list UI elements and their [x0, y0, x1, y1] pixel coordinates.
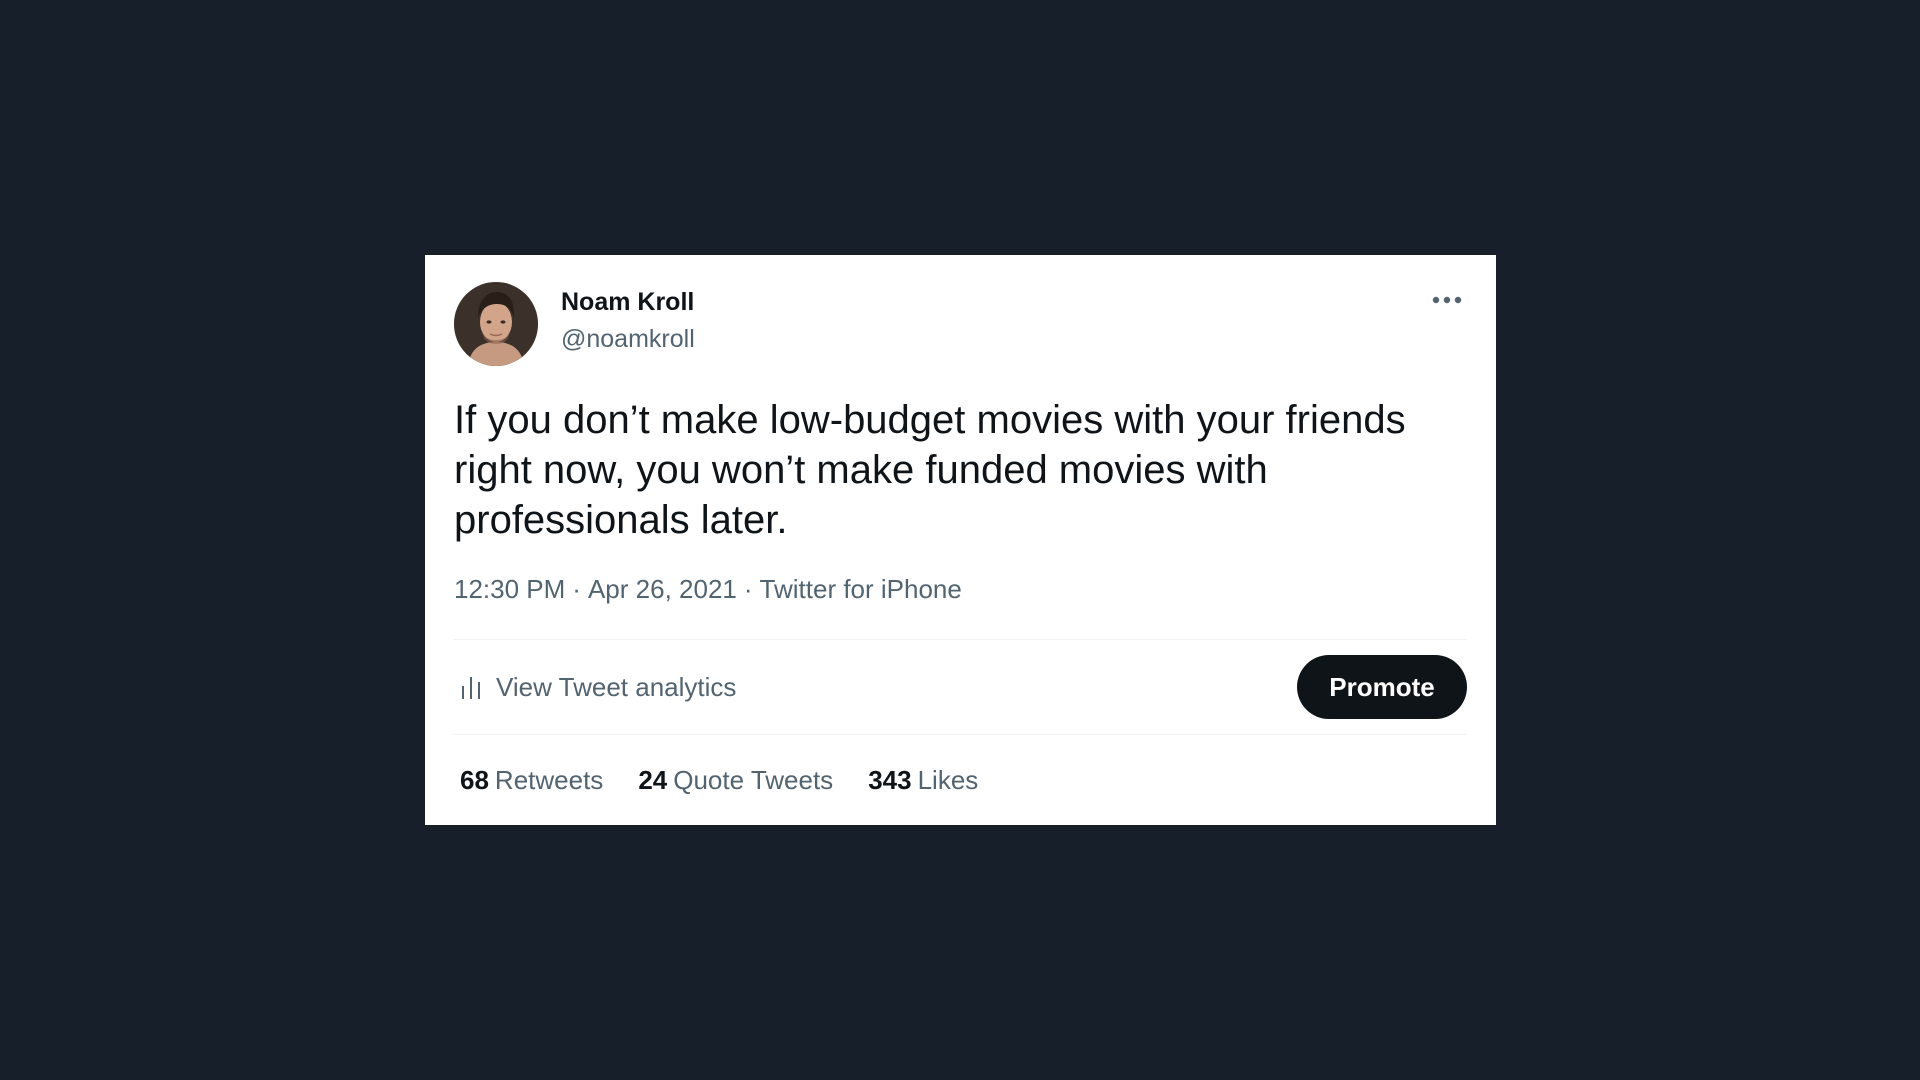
retweets-count: 68 — [460, 765, 489, 795]
retweets-stat[interactable]: 68 Retweets — [460, 765, 603, 796]
tweet-date[interactable]: Apr 26, 2021 — [588, 574, 737, 604]
avatar-portrait-image — [454, 282, 538, 366]
tweet-metadata: 12:30 PM · Apr 26, 2021 · Twitter for iPhone — [454, 574, 962, 605]
likes-count: 343 — [868, 765, 912, 795]
tweet-source[interactable]: Twitter for iPhone — [760, 574, 962, 604]
divider — [454, 734, 1467, 735]
author-avatar[interactable] — [454, 282, 538, 366]
author-name[interactable]: Noam Kroll — [561, 288, 694, 317]
tweet-stats: 68 Retweets 24 Quote Tweets 343 Likes — [460, 765, 1013, 796]
quote-tweets-stat[interactable]: 24 Quote Tweets — [638, 765, 833, 796]
quote-tweets-label: Quote Tweets — [673, 765, 834, 795]
divider — [454, 639, 1467, 640]
view-analytics-link[interactable]: View Tweet analytics — [456, 667, 736, 707]
analytics-bars-icon — [462, 677, 480, 699]
meta-separator: · — [743, 574, 753, 604]
quote-tweets-count: 24 — [638, 765, 668, 795]
analytics-label: View Tweet analytics — [496, 671, 737, 702]
author-handle[interactable]: @noamkroll — [561, 325, 695, 354]
tweet-text: If you don’t make low-budget movies with… — [454, 398, 1406, 542]
retweets-label: Retweets — [494, 765, 604, 795]
more-horizontal-icon — [1432, 296, 1462, 304]
likes-label: Likes — [917, 765, 979, 795]
more-options-button[interactable] — [1429, 293, 1465, 307]
tweet-card: Noam Kroll @noamkroll If you don’t make … — [425, 255, 1496, 825]
tweet-time[interactable]: 12:30 PM — [454, 574, 565, 604]
promote-button[interactable]: Promote — [1297, 655, 1467, 719]
meta-separator: · — [572, 574, 581, 604]
likes-stat[interactable]: 343 Likes — [868, 765, 978, 796]
